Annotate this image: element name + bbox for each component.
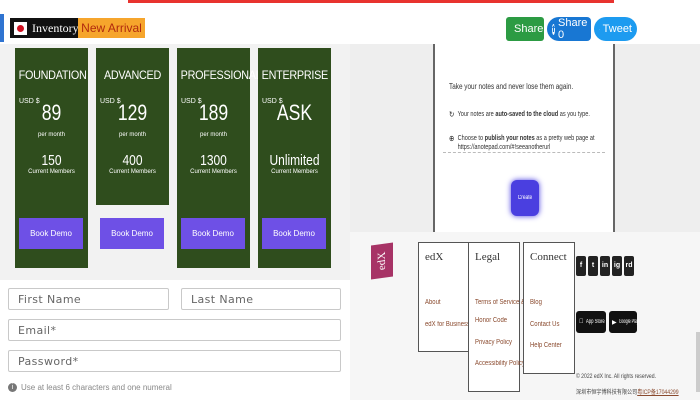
footer-link-terms[interactable]: Terms of Service & [475,299,525,306]
first-name-input[interactable] [8,288,169,310]
plan-members-label: Current Members [190,169,237,175]
notes-feature-autosave: ↻ Your notes are auto-saved to the cloud… [449,110,590,119]
plan-members-label: Current Members [28,169,75,175]
app-store-badge[interactable]:  App Store [576,311,606,333]
twitter-share-button[interactable]: Tweet [594,17,637,41]
icp-link[interactable]: 粤ICP备17044299 [637,390,678,396]
footer-link-business[interactable]: edX for Business [425,321,470,328]
facebook-share-label: Share 0 [558,17,588,41]
facebook-icon[interactable]: f [576,256,586,276]
pricing-section: FOUNDATION USD $ 89 per month 150 Curren… [0,44,350,280]
password-hint: i Use at least 6 characters and one nume… [8,383,172,392]
footer-link-privacy[interactable]: Privacy Policy [475,339,512,346]
plan-name: ENTERPRISE [261,68,329,82]
plan-period: per month [199,132,227,138]
footer-column-legal: Legal Terms of Service & Honor Code Priv… [468,242,525,392]
linkedin-icon[interactable]: in [600,256,610,276]
footer-link-contact[interactable]: Contact Us [530,321,559,328]
email-share-label: Share [514,23,544,35]
plan-period: per month [37,132,65,138]
footer-column-connect: Connect Blog Contact Us Help Center [523,242,575,374]
notes-panel: Take your notes and never lose them agai… [350,44,700,237]
new-arrival-tag[interactable]: New Arrival [78,18,145,38]
book-demo-button-professional[interactable]: Book Demo [181,218,245,249]
footer-column-title: Connect [530,251,567,263]
inventory-tag[interactable]: Inventory [10,18,85,38]
google-play-badge[interactable]: ▶ Google Play [609,311,638,333]
scrollbar[interactable] [696,332,700,392]
inventory-label: Inventory [32,21,79,35]
apple-icon:  [579,319,584,325]
plan-name: FOUNDATION [18,68,87,82]
notes-intro: Take your notes and never lose them agai… [449,82,574,91]
social-links: f t in ig rd [576,256,634,276]
twitter-bird-icon [599,28,600,30]
plan-members: 1300 [200,152,227,169]
plan-name: PROFESSIONAL [180,68,262,82]
last-name-input[interactable] [181,288,341,310]
plan-price: 129 [117,100,148,125]
plan-name: ADVANCED [103,68,162,82]
reddit-icon[interactable]: rd [624,256,634,276]
cloud-sync-icon: ↻ [449,110,455,119]
copyright: © 2022 edX Inc. All rights reserved. [576,374,657,380]
plan-price: 89 [41,100,62,125]
plan-price: 189 [198,100,229,125]
plan-members: Unlimited [269,152,320,169]
footer-column-title: edX [425,251,444,263]
plan-card-advanced: ADVANCED USD $ 129 per month 400 Current… [96,48,169,205]
footer-link-accessibility[interactable]: Accessibility Policy [475,360,525,367]
email-share-button[interactable]: Share [506,17,544,41]
book-demo-button-foundation[interactable]: Book Demo [19,218,83,249]
facebook-share-button[interactable]: f Share 0 [547,17,591,41]
plan-price: ASK [276,100,313,125]
email-input[interactable] [8,319,341,341]
notes-feature-publish: ⊕ Choose to publish your notes as a pret… [449,134,595,152]
footer-link-honor-code[interactable]: Honor Code [475,317,507,324]
notes-frame: Take your notes and never lose them agai… [433,44,615,237]
publish-text: Choose to publish your notes as a pretty… [457,135,595,151]
footer-column-edx: edX About edX for Business [418,242,470,352]
divider [443,152,605,153]
japan-flag-icon [14,21,27,35]
plan-members: 150 [41,152,62,169]
edx-logo[interactable]: edX [371,242,393,280]
instagram-icon[interactable]: ig [612,256,622,276]
facebook-icon: f [552,23,555,35]
plan-members: 400 [122,152,143,169]
footer-link-blog[interactable]: Blog [530,299,542,306]
play-icon: ▶ [612,319,617,326]
page: { "header": { "inventory_label": "Invent… [0,0,700,400]
book-demo-button-advanced[interactable]: Book Demo [100,218,164,249]
icp-license: 深圳市恒宇博科技有限公司粤ICP备17044299 [576,390,679,396]
info-icon: i [8,383,17,392]
signup-form: i Use at least 6 characters and one nume… [0,282,350,400]
create-note-button[interactable]: Create Note [511,180,539,237]
plan-period [258,132,331,138]
twitter-share-label: Tweet [602,23,632,35]
footer-link-about[interactable]: About [425,299,441,306]
plan-period: per month [118,132,146,138]
book-demo-button-enterprise[interactable]: Book Demo [262,218,326,249]
share-buttons: Share f Share 0 Tweet [506,17,637,41]
plan-members-label: Current Members [271,169,318,175]
footer-column-title: Legal [475,251,501,263]
password-hint-text: Use at least 6 characters and one numera… [21,383,172,392]
left-accent-bar [0,14,4,42]
top-red-strip [128,0,614,3]
plan-members-label: Current Members [109,169,156,175]
edx-footer: edX edX About edX for Business Legal Ter… [350,232,700,400]
password-input[interactable] [8,350,341,372]
twitter-icon[interactable]: t [588,256,598,276]
autosave-text: Your notes are auto-saved to the cloud a… [457,111,590,118]
footer-link-help[interactable]: Help Center [530,342,562,349]
globe-icon: ⊕ [449,134,455,143]
top-bar: Inventory New Arrival Share f Share 0 Tw… [0,12,700,44]
